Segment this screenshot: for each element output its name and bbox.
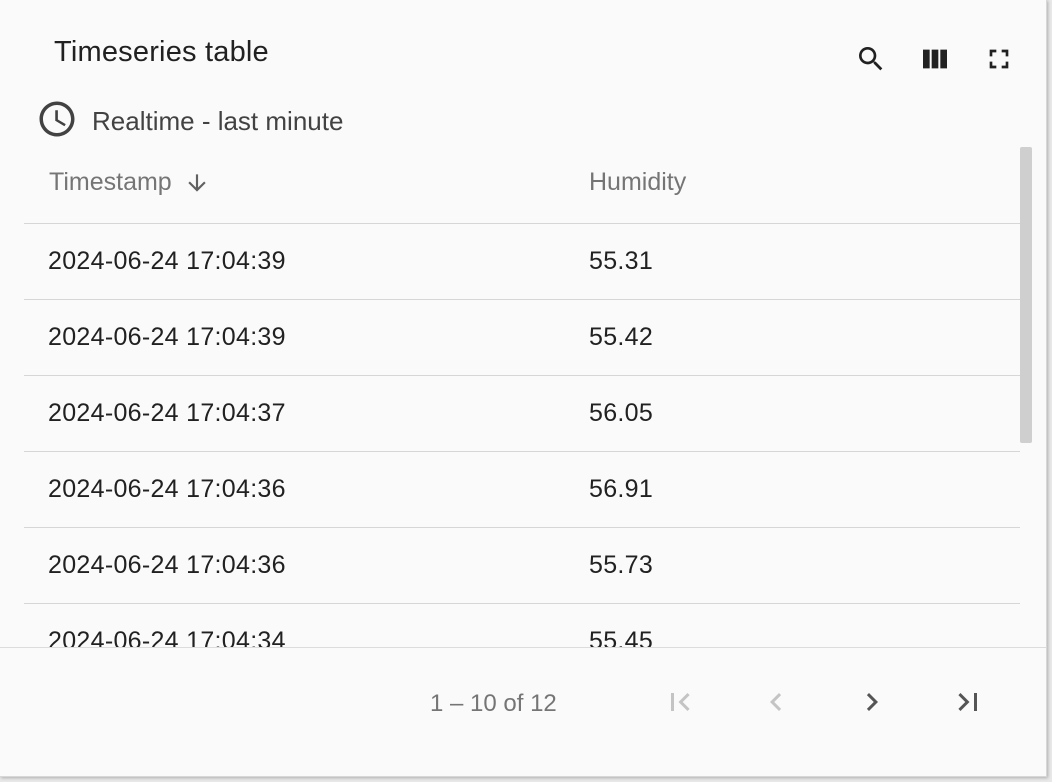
- column-header-timestamp[interactable]: Timestamp: [49, 168, 210, 197]
- timestamp-cell: 2024-06-24 17:04:36: [48, 475, 286, 503]
- table-row[interactable]: 2024-06-24 17:04:37 56.05: [24, 376, 1020, 452]
- humidity-cell: 55.42: [589, 323, 654, 351]
- chevron-right-icon: [854, 684, 890, 725]
- first-page-icon: [662, 684, 698, 725]
- column-header-label: Humidity: [589, 168, 687, 196]
- widget-title: Timeseries table: [54, 36, 269, 68]
- arrow-down-icon: [184, 170, 210, 196]
- humidity-cell: 55.31: [589, 247, 654, 275]
- paginator-range-label: 1 – 10 of 12: [430, 690, 557, 717]
- table-row[interactable]: 2024-06-24 17:04:39 55.31: [24, 224, 1020, 300]
- column-header-label: Timestamp: [49, 168, 172, 196]
- timewindow-selector[interactable]: Realtime - last minute: [36, 100, 343, 142]
- search-button[interactable]: [849, 37, 893, 81]
- clock-icon: [36, 98, 78, 145]
- humidity-cell: 56.05: [589, 399, 654, 427]
- data-table: Timestamp Humidity 2024-06-24 17:04:39 5…: [24, 146, 1020, 647]
- first-page-button[interactable]: [657, 681, 703, 727]
- previous-page-button[interactable]: [753, 681, 799, 727]
- table-row[interactable]: 2024-06-24 17:04:36 55.73: [24, 528, 1020, 604]
- timestamp-cell: 2024-06-24 17:04:39: [48, 247, 286, 275]
- humidity-cell: 55.45: [589, 627, 654, 647]
- table-row[interactable]: 2024-06-24 17:04:36 56.91: [24, 452, 1020, 528]
- timestamp-cell: 2024-06-24 17:04:39: [48, 323, 286, 351]
- timeseries-table-widget: Timeseries table Realtime - last minute …: [0, 0, 1047, 777]
- search-icon: [855, 43, 887, 75]
- paginator-divider: [0, 647, 1046, 648]
- last-page-icon: [950, 684, 986, 725]
- chevron-left-icon: [758, 684, 794, 725]
- timewindow-label: Realtime - last minute: [92, 105, 344, 136]
- columns-button[interactable]: [913, 37, 957, 81]
- fullscreen-button[interactable]: [977, 37, 1021, 81]
- column-header-humidity[interactable]: Humidity: [589, 168, 686, 197]
- fullscreen-icon: [983, 43, 1015, 75]
- table-header-row: Timestamp Humidity: [24, 146, 1020, 224]
- humidity-cell: 56.91: [589, 475, 654, 503]
- view-column-icon: [919, 43, 951, 75]
- humidity-cell: 55.73: [589, 551, 654, 579]
- table-row[interactable]: 2024-06-24 17:04:39 55.42: [24, 300, 1020, 376]
- timestamp-cell: 2024-06-24 17:04:34: [48, 627, 286, 647]
- timestamp-cell: 2024-06-24 17:04:37: [48, 399, 286, 427]
- next-page-button[interactable]: [849, 681, 895, 727]
- timestamp-cell: 2024-06-24 17:04:36: [48, 551, 286, 579]
- table-scrollbar[interactable]: [1020, 147, 1032, 443]
- last-page-button[interactable]: [945, 681, 991, 727]
- table-row[interactable]: 2024-06-24 17:04:34 55.45: [24, 604, 1020, 647]
